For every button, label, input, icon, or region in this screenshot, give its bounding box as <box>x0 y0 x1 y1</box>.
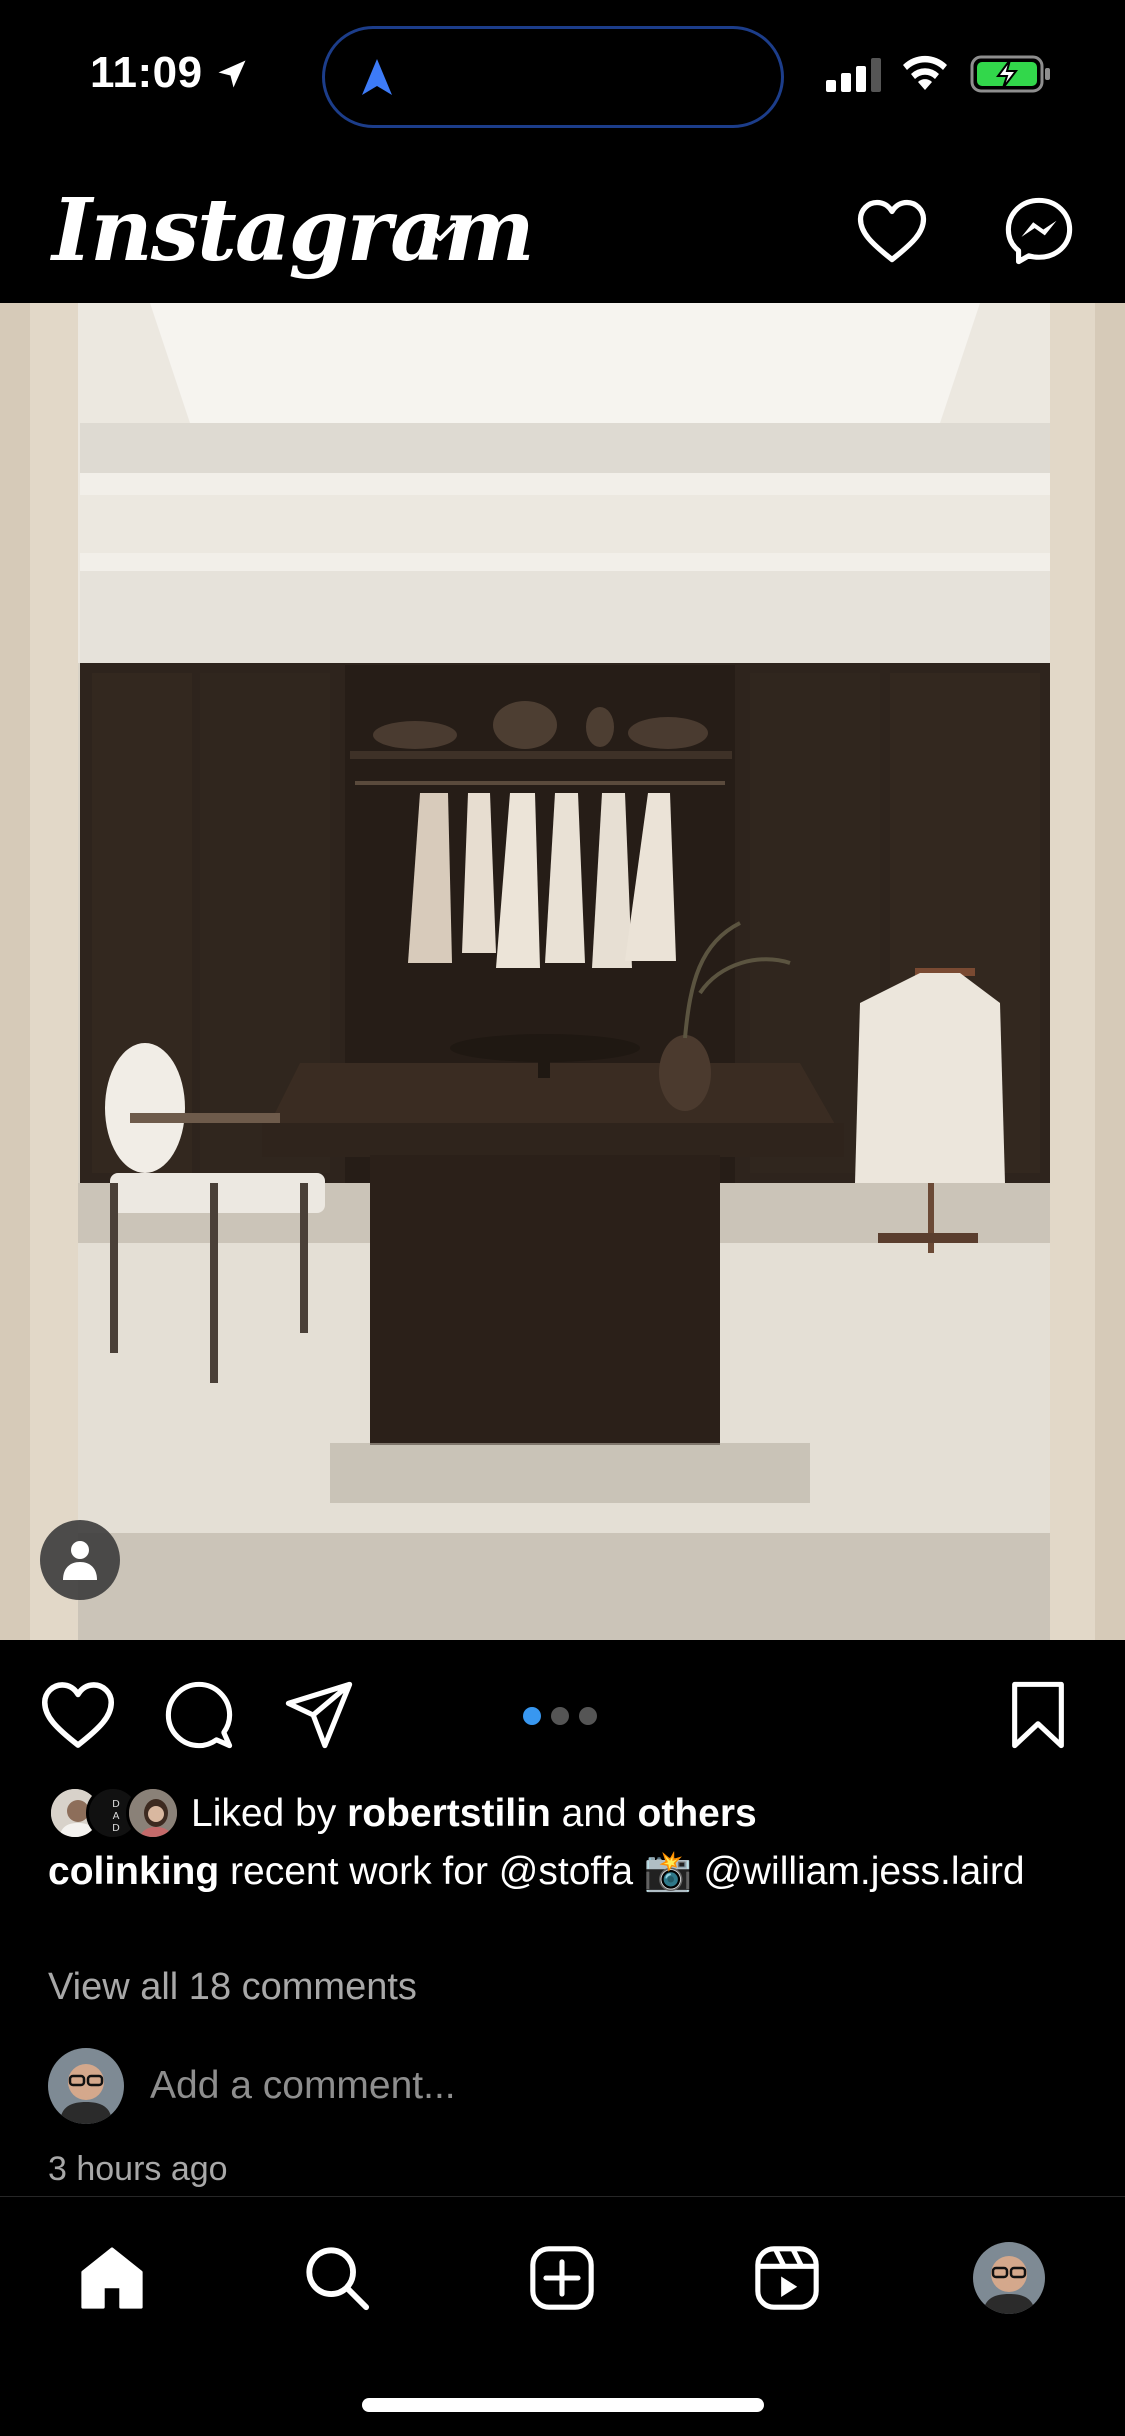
bookmark-icon[interactable] <box>1008 1680 1068 1755</box>
chevron-down-icon[interactable] <box>422 220 458 249</box>
tagged-users-button[interactable] <box>40 1520 120 1600</box>
post-photo[interactable] <box>0 303 1125 1640</box>
heart-icon[interactable] <box>856 198 928 269</box>
avatar <box>126 1786 180 1840</box>
comment-icon[interactable] <box>164 1680 234 1755</box>
svg-text:A: A <box>113 1811 120 1822</box>
likes-prefix: Liked by <box>191 1792 348 1835</box>
avatar <box>48 2048 124 2124</box>
status-bar: 11:09 <box>0 0 1125 150</box>
svg-text:D: D <box>112 1823 120 1834</box>
home-indicator[interactable] <box>362 2398 764 2412</box>
share-send-icon[interactable] <box>284 1680 354 1755</box>
likes-others-link[interactable]: others <box>638 1792 757 1835</box>
instagram-logo[interactable]: Instagram <box>52 180 535 281</box>
post-caption: colinking recent work for @stoffa 📸 @wil… <box>48 1848 1088 1896</box>
signal-icon <box>826 58 882 97</box>
carousel-indicator <box>523 1707 597 1725</box>
carousel-dot <box>551 1707 569 1725</box>
battery-charging-icon <box>970 54 1054 99</box>
dynamic-island[interactable] <box>322 26 784 128</box>
location-arrow-icon <box>214 56 250 97</box>
like-heart-icon[interactable] <box>40 1680 116 1755</box>
caption-text: recent work for @stoffa 📸 @william.jess.… <box>219 1850 1025 1893</box>
liker-avatars: DAD <box>48 1786 183 1842</box>
user-icon <box>63 1541 97 1580</box>
svg-text:D: D <box>112 1799 120 1810</box>
create-icon[interactable] <box>517 2233 607 2323</box>
wifi-icon <box>900 52 950 97</box>
search-icon[interactable] <box>292 2233 382 2323</box>
post-timestamp: 3 hours ago <box>48 2150 228 2188</box>
add-comment-row <box>48 2048 850 2124</box>
home-icon[interactable] <box>67 2233 157 2323</box>
carousel-dot <box>523 1707 541 1725</box>
likes-row[interactable]: DAD Liked by robertstilin and others <box>48 1786 757 1842</box>
app-header: Instagram <box>0 160 1125 300</box>
caption-username[interactable]: colinking <box>48 1850 219 1893</box>
carousel-dot <box>579 1707 597 1725</box>
view-all-comments-link[interactable]: View all 18 comments <box>48 1966 417 2009</box>
add-comment-input[interactable] <box>150 2064 850 2108</box>
likes-text: Liked by robertstilin and others <box>191 1792 757 1836</box>
liker-username[interactable]: robertstilin <box>347 1792 551 1835</box>
navigation-icon <box>359 57 395 102</box>
likes-middle: and <box>550 1792 638 1835</box>
status-time: 11:09 <box>90 48 203 97</box>
messenger-icon[interactable] <box>1004 196 1074 271</box>
profile-avatar[interactable] <box>964 2233 1054 2323</box>
post-action-bar <box>0 1660 1125 1760</box>
reels-icon[interactable] <box>742 2233 832 2323</box>
